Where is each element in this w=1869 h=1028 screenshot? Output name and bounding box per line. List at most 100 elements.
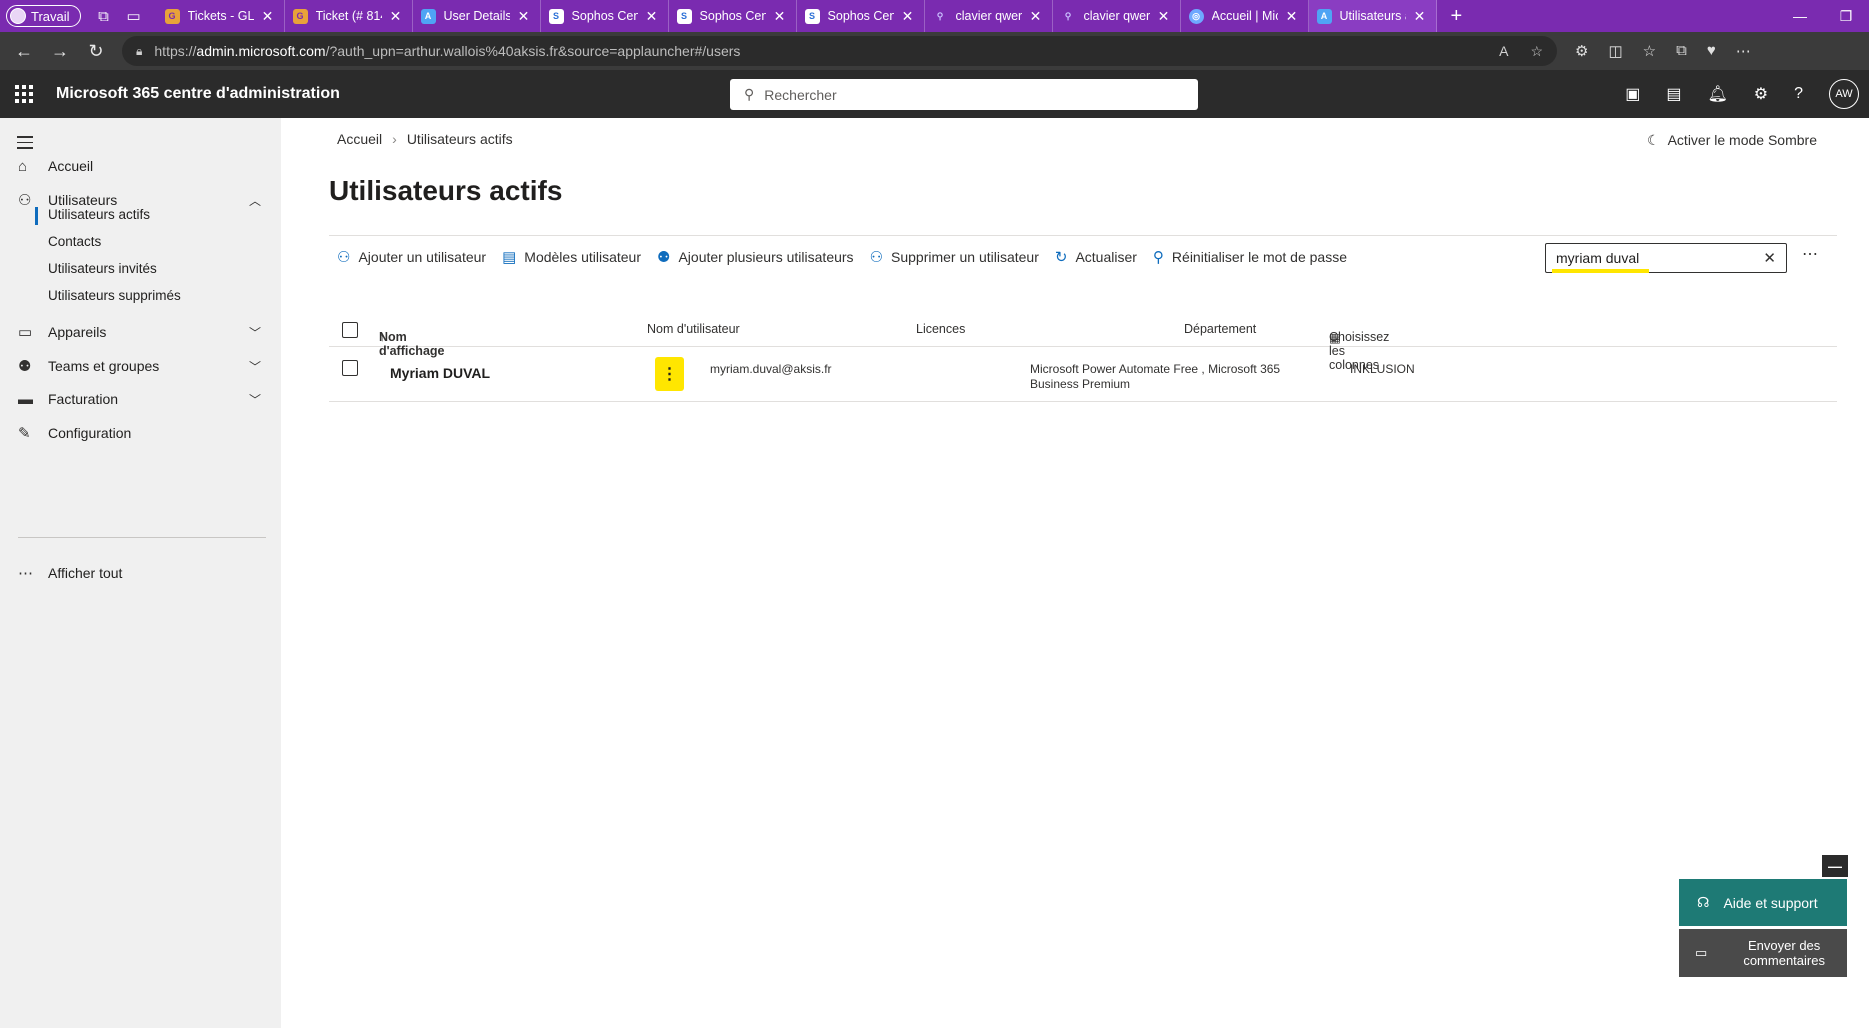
user-search-input[interactable]: myriam duval ✕ [1545,243,1787,273]
help-support-button[interactable]: ☊ Aide et support [1679,879,1847,926]
home-icon: ⌂ [18,157,28,175]
send-feedback-button[interactable]: ▭ Envoyer des commentaires [1679,929,1847,977]
breadcrumb: Accueil › Utilisateurs actifs [337,131,513,147]
close-icon[interactable]: ✕ [1763,249,1776,267]
bell-icon[interactable]: 🔔︎ [1707,84,1727,104]
laptop-icon: ▭ [18,324,33,341]
col-licenses[interactable]: Licences [916,322,965,336]
moon-icon: ☾ [1647,132,1660,148]
minimize-help-button[interactable]: — [1822,855,1848,877]
close-tab-icon[interactable]: ✕ [1412,8,1428,25]
sophos-favicon-icon: S [676,8,692,24]
close-tab-icon[interactable]: ✕ [516,8,532,25]
tab-search-1[interactable]: ⚲ clavier qwerty m ✕ [925,0,1053,32]
favorite-star-icon[interactable]: ☆ [1530,43,1543,60]
url-prefix: https:// [154,43,197,59]
nav-item-teams[interactable]: ⚉ Teams et groupes ﹀ [0,348,281,384]
close-tab-icon[interactable]: ✕ [1284,8,1300,25]
close-tab-icon[interactable]: ✕ [644,8,660,25]
nav-item-accueil[interactable]: ⌂ Accueil [0,148,281,184]
gear-icon[interactable]: ⚙ [1754,84,1768,104]
sophos-favicon-icon: S [804,8,820,24]
settings-more-icon[interactable]: ⋯ [1736,42,1751,60]
tab-glpi-tickets[interactable]: G Tickets - GLPI ✕ [157,0,285,32]
add-multiple-users-button[interactable]: ⚉ Ajouter plusieurs utilisateurs [657,248,854,266]
minimize-icon[interactable]: — [1777,8,1823,24]
row-licenses: Microsoft Power Automate Free , Microsof… [1030,362,1281,391]
tab-actions-icon[interactable]: ▭ [121,3,147,29]
row-more-actions-icon[interactable]: ⋮ [655,357,684,391]
close-tab-icon[interactable]: ✕ [260,8,276,25]
close-tab-icon[interactable]: ✕ [900,8,916,25]
extensions-icon[interactable]: ⚙ [1575,42,1588,60]
new-tab-icon[interactable]: + [1451,5,1463,28]
app-launcher-icon[interactable] [0,85,48,103]
nav-item-facturation[interactable]: ▬ Facturation ﹀ [0,381,281,417]
more-options-icon[interactable]: ⋯ [1802,244,1819,264]
nav-sub-utilisateurs-supprimes[interactable]: Utilisateurs supprimés [48,288,181,303]
tab-title: clavier qwerty m [955,9,1022,23]
favorites-icon[interactable]: ☆ [1643,42,1656,60]
reload-icon[interactable]: ↻ [78,41,114,62]
col-username[interactable]: Nom d'utilisateur [647,322,740,336]
row-username: myriam.duval@aksis.fr [710,362,832,376]
nav-sub-utilisateurs-invites[interactable]: Utilisateurs invités [48,261,157,276]
tab-glpi-ticket[interactable]: G Ticket (# 8147) - ✕ [285,0,413,32]
nav-label: Utilisateurs [48,192,118,208]
browser-essentials-icon[interactable]: ♥ [1707,42,1716,60]
restore-icon[interactable]: ❐ [1823,8,1869,25]
row-checkbox[interactable] [342,360,358,376]
read-aloud-icon[interactable]: A [1499,43,1508,60]
nav-sub-contacts[interactable]: Contacts [48,234,101,249]
nav-item-configuration[interactable]: ✎ Configuration [0,415,281,451]
close-tab-icon[interactable]: ✕ [1156,8,1172,25]
tab-accueil-microsoft[interactable]: ◎ Accueil | Micros ✕ [1181,0,1309,32]
delete-user-button[interactable]: ⚇ Supprimer un utilisateur [870,248,1039,266]
tab-title: Tickets - GLPI [187,9,254,23]
nav-sub-utilisateurs-actifs[interactable]: Utilisateurs actifs [34,207,150,225]
reset-password-button[interactable]: ⚲ Réinitialiser le mot de passe [1153,248,1347,266]
ellipsis-icon: ⋯ [18,565,33,582]
nav-divider [18,537,266,538]
document-icon[interactable]: ▤ [1666,84,1681,104]
row-display-name[interactable]: Myriam DUVAL [390,365,490,381]
url-field[interactable]: 🔒︎ https://admin.microsoft.com/?auth_upn… [122,36,1557,66]
add-user-button[interactable]: ⚇ Ajouter un utilisateur [337,248,486,266]
close-tab-icon[interactable]: ✕ [772,8,788,25]
tab-sophos-2[interactable]: S Sophos Central ✕ [669,0,797,32]
avatar[interactable]: AW [1829,79,1859,109]
tab-utilisateurs-actifs[interactable]: A Utilisateurs actif ✕ [1308,0,1437,32]
tab-sophos-3[interactable]: S Sophos Central ✕ [797,0,925,32]
people-icon: ⚉ [18,358,32,375]
select-all-checkbox[interactable] [342,322,358,338]
breadcrumb-accueil[interactable]: Accueil [337,131,382,147]
nav-label: Afficher tout [48,565,123,581]
close-tab-icon[interactable]: ✕ [388,8,404,25]
browser-tab-strip: Travail ⧉ ▭ G Tickets - GLPI ✕ G Ticket … [0,0,1869,32]
refresh-button[interactable]: ↻ Actualiser [1055,248,1137,266]
tab-user-details[interactable]: A User Details Pan ✕ [413,0,541,32]
terminal-icon[interactable]: ▣ [1625,84,1640,104]
help-icon[interactable]: ? [1794,85,1803,103]
split-screen-icon[interactable]: ◫ [1608,42,1622,60]
col-department[interactable]: Département [1184,322,1256,336]
global-search-input[interactable]: ⚲ Rechercher [730,79,1198,110]
divider [329,235,1837,236]
table-row[interactable]: Myriam DUVAL ⋮ myriam.duval@aksis.fr Mic… [329,348,1837,402]
profile-button[interactable]: Travail [6,5,81,27]
tab-sophos-1[interactable]: S Sophos Central ✕ [541,0,669,32]
admin-favicon-icon: A [1316,8,1332,24]
user-templates-button[interactable]: ▤ Modèles utilisateur [502,248,641,266]
workspaces-icon[interactable]: ⧉ [91,3,117,29]
back-icon[interactable]: ← [6,41,42,62]
tab-search-2[interactable]: ⚲ clavier qwerty m ✕ [1053,0,1181,32]
close-tab-icon[interactable]: ✕ [1028,8,1044,25]
highlight-marker [1552,269,1649,273]
tab-title: clavier qwerty m [1083,9,1150,23]
nav-item-appareils[interactable]: ▭ Appareils ﹀ [0,314,281,350]
left-navigation: ⌂ Accueil ⚇ Utilisateurs ︿ Utilisateurs … [0,118,281,1028]
forward-icon[interactable]: → [42,41,78,62]
collections-icon[interactable]: ⧉ [1676,42,1687,60]
dark-mode-toggle[interactable]: ☾ Activer le mode Sombre [1647,132,1817,149]
nav-item-afficher-tout[interactable]: ⋯ Afficher tout [0,555,281,591]
